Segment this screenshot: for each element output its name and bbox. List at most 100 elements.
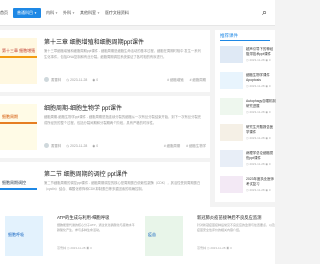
article-card[interactable]: 细胞周期 细胞周期-细胞生物学 ppt课件细胞周期-细胞生物学ppt课件 - 细胞… <box>0 96 210 158</box>
recommended-sidebar: 推荐课件 超声引导下的神经阻滞技术ppt课件 ◷ 2023-11-28 ◉ 0 细胞… <box>215 30 276 202</box>
sidebar-item-thumbnail[interactable] <box>220 46 243 63</box>
thumbnail-caption: 细胞周期 <box>2 114 18 119</box>
sidebar-item-views: 0 <box>268 110 271 114</box>
article-title[interactable]: 细胞周期-细胞生物学 ppt课件 <box>44 103 122 112</box>
nav-item-0[interactable]: 首页 <box>0 10 8 16</box>
related-article-meta: 蒸雪林 ◷ 2023-11-28 ◉ 0 <box>197 246 232 250</box>
nav-item-label: 普通科目 <box>17 10 33 15</box>
sidebar-item-date: 2023-11-28 <box>249 58 265 62</box>
author-name[interactable]: 蒸雪林 <box>197 246 206 250</box>
view-count: 0 <box>230 246 232 250</box>
thumbnail-caption: 细胞呼吸 <box>8 232 24 237</box>
article-title[interactable]: 第十三章 细胞增殖和细胞周期ppt课件 <box>44 37 144 46</box>
nav-item-3[interactable]: 外科 ▼ <box>63 10 75 16</box>
sidebar-item[interactable]: Autophagy自噬机制研究进展 ◷ 2023-11-28 ◉ 0 <box>220 96 276 118</box>
sidebar-item-title[interactable]: Autophagy自噬机制研究进展 <box>246 99 276 108</box>
thumbnail-caption: 第十三章 细胞增殖 <box>2 48 36 53</box>
tag-link[interactable]: # 细胞增殖 <box>167 77 183 82</box>
sidebar-item[interactable]: 研究生开题报告医学课件 ◷ 2023-11-28 ◉ 0 <box>220 122 275 144</box>
sidebar-item-thumbnail[interactable] <box>220 150 243 167</box>
sidebar-item-thumbnail[interactable] <box>220 124 243 141</box>
nav-item-label: 医疗文秘资料 <box>104 10 129 15</box>
article-title[interactable]: 第二节 细胞周期的调控 ppt课件 <box>44 169 128 178</box>
related-article-thumbnail[interactable]: 疫苗 <box>145 216 183 256</box>
author-name[interactable]: 蒸雪林 <box>57 246 66 250</box>
related-article-card[interactable]: 细胞呼吸 ATP的生成与利用-细胞呼吸 细胞能量代谢的核心分子ATP，通过氧化磷酸化… <box>5 213 135 259</box>
sidebar-item-views: 0 <box>268 188 271 192</box>
tag-list: # 细胞周期 # 细胞生物学 <box>158 143 206 148</box>
thumbnail-stripe <box>0 188 37 190</box>
avatar <box>44 143 49 148</box>
article-card[interactable]: 第十三章 细胞增殖 第十三章 细胞增殖和细胞周期ppt课件 第十三章细胞增殖和细胞周… <box>0 30 210 92</box>
related-articles: 细胞呼吸 ATP的生成与利用-细胞呼吸 细胞能量代谢的核心分子ATP，通过氧化磷酸化… <box>0 207 275 264</box>
article-thumbnail[interactable]: 细胞周期 <box>0 104 37 150</box>
sidebar-item-title[interactable]: 细胞生物学课件 Apoptosis <box>246 73 276 82</box>
eye-icon: ◉ <box>92 77 96 82</box>
author-name[interactable]: 蒸雪林 <box>51 143 61 148</box>
nav-item-label: 内科 <box>45 10 54 15</box>
sidebar-item-date: 2023-11-28 <box>249 162 265 166</box>
article-meta: 蒸雪林 ◷ 2023-11-28 ◉ 0 # 细胞周期 # 细胞生物学 <box>44 143 206 148</box>
nav-item-label: 首页 <box>0 10 8 15</box>
publish-date: 2023-11-28 <box>70 143 88 148</box>
sidebar-item[interactable]: 病理学总论细胞损伤ppt课件 ◷ 2023-11-28 ◉ 0 <box>220 148 275 170</box>
sidebar-item-views: 0 <box>268 84 271 88</box>
sidebar-item-date: 2023-11-28 <box>249 110 265 114</box>
sidebar-item[interactable]: 超声引导下的神经阻滞技术ppt课件 ◷ 2023-11-28 ◉ 0 <box>220 44 275 66</box>
sidebar-item-meta: ◷ 2023-11-28 ◉ 0 <box>246 136 271 140</box>
view-count: 0 <box>96 143 99 148</box>
related-article-meta: 蒸雪林 ◷ 2023-11-28 ◉ 0 <box>57 246 92 250</box>
sidebar-item-meta: ◷ 2023-11-28 ◉ 0 <box>246 58 271 62</box>
chevron-down-icon: ▼ <box>54 11 58 15</box>
thumbnail-caption: 疫苗 <box>148 232 156 237</box>
nav-item-1[interactable]: 普通科目 ▼ <box>13 8 41 18</box>
thumbnail-stripe <box>0 56 37 58</box>
related-article-thumbnail[interactable]: 细胞呼吸 <box>5 216 43 256</box>
sidebar-item[interactable]: 2023年度执业医师考试复习 ◷ 2023-11-28 ◉ 0 <box>220 174 275 196</box>
sidebar-item[interactable]: 细胞生物学课件 Apoptosis ◷ 2023-11-28 ◉ 0 <box>220 70 275 92</box>
author-name[interactable]: 蒸雪林 <box>51 77 61 82</box>
eye-icon: ◉ <box>92 143 96 148</box>
article-excerpt: 第二节细胞周期的调控ppt课件 - 细胞周期调控的核心是周期蛋白依赖性激酶（CD… <box>44 181 201 191</box>
sidebar-item-views: 0 <box>268 58 271 62</box>
sidebar-item-date: 2023-11-28 <box>249 188 265 192</box>
related-article-title[interactable]: ATP的生成与利用-细胞呼吸 <box>57 215 109 221</box>
related-article-card[interactable]: 疫苗 新冠肺炎疫苗接种后不良反应监测针对新冠疫苗接种后常见不良反应的监测与处置要点… <box>145 213 275 259</box>
sidebar-item-views: 0 <box>268 162 271 166</box>
related-article-excerpt: 针对新冠疫苗接种后常见不良反应的监测与处置要点，以及疫苗安全性评价的相关内容介绍… <box>197 223 276 232</box>
top-navigation-bar: 首页 普通科目 ▼ 内科 ▼ 外科 ▼ 其他科室 ▼ 医疗文秘资料 ⌕ <box>0 0 275 26</box>
clock-icon: ◷ <box>66 77 70 82</box>
nav-item-5[interactable]: 医疗文秘资料 <box>105 10 129 16</box>
sidebar-item-date: 2023-11-28 <box>249 136 265 140</box>
sidebar-item-thumbnail[interactable] <box>220 176 243 193</box>
sidebar-item-meta: ◷ 2023-11-28 ◉ 0 <box>246 84 271 88</box>
publish-date: 2023-11-28 <box>70 77 88 82</box>
tag-list: # 细胞增殖 # 细胞周期 <box>161 77 206 82</box>
avatar <box>44 77 49 82</box>
nav-item-2[interactable]: 内科 ▼ <box>46 10 58 16</box>
sidebar-item-title[interactable]: 研究生开题报告医学课件 <box>246 125 276 134</box>
search-icon[interactable]: ⌕ <box>262 6 275 19</box>
tag-link[interactable]: # 细胞生物学 <box>186 143 206 148</box>
sidebar-item-views: 0 <box>268 136 271 140</box>
article-meta: 蒸雪林 ◷ 2023-11-28 ◉ 0 # 细胞增殖 # 细胞周期 <box>44 77 206 82</box>
sidebar-item-title[interactable]: 2023年度执业医师考试复习 <box>246 177 276 186</box>
main-nav: 首页 普通科目 ▼ 内科 ▼ 外科 ▼ 其他科室 ▼ 医疗文秘资料 <box>0 8 134 18</box>
sidebar-item-title[interactable]: 病理学总论细胞损伤ppt课件 <box>246 151 276 160</box>
related-article-title[interactable]: 新冠肺炎疫苗接种后不良反应监测 <box>197 215 261 221</box>
nav-item-label: 外科 <box>62 10 71 15</box>
article-excerpt: 细胞周期-细胞生物学ppt课件 - 细胞周期是指连续分裂的细胞从一次有丝分裂结束… <box>44 115 201 125</box>
article-thumbnail[interactable]: 第十三章 细胞增殖 <box>0 38 37 84</box>
tag-link[interactable]: # 细胞周期 <box>190 77 206 82</box>
tag-link[interactable]: # 细胞周期 <box>164 143 180 148</box>
sidebar-item-thumbnail[interactable] <box>220 98 243 115</box>
chevron-down-icon: ▼ <box>34 11 37 15</box>
nav-item-4[interactable]: 其他科室 ▼ <box>80 10 100 16</box>
sidebar-item-title[interactable]: 超声引导下的神经阻滞技术ppt课件 <box>246 47 276 56</box>
publish-date: 2023-11-28 <box>70 246 86 250</box>
sidebar-item-thumbnail[interactable] <box>220 72 243 89</box>
view-count: 0 <box>90 246 92 250</box>
chevron-down-icon: ▼ <box>96 11 100 15</box>
sidebar-item-meta: ◷ 2023-11-28 ◉ 0 <box>246 162 271 166</box>
nav-item-label: 其他科室 <box>79 10 96 15</box>
